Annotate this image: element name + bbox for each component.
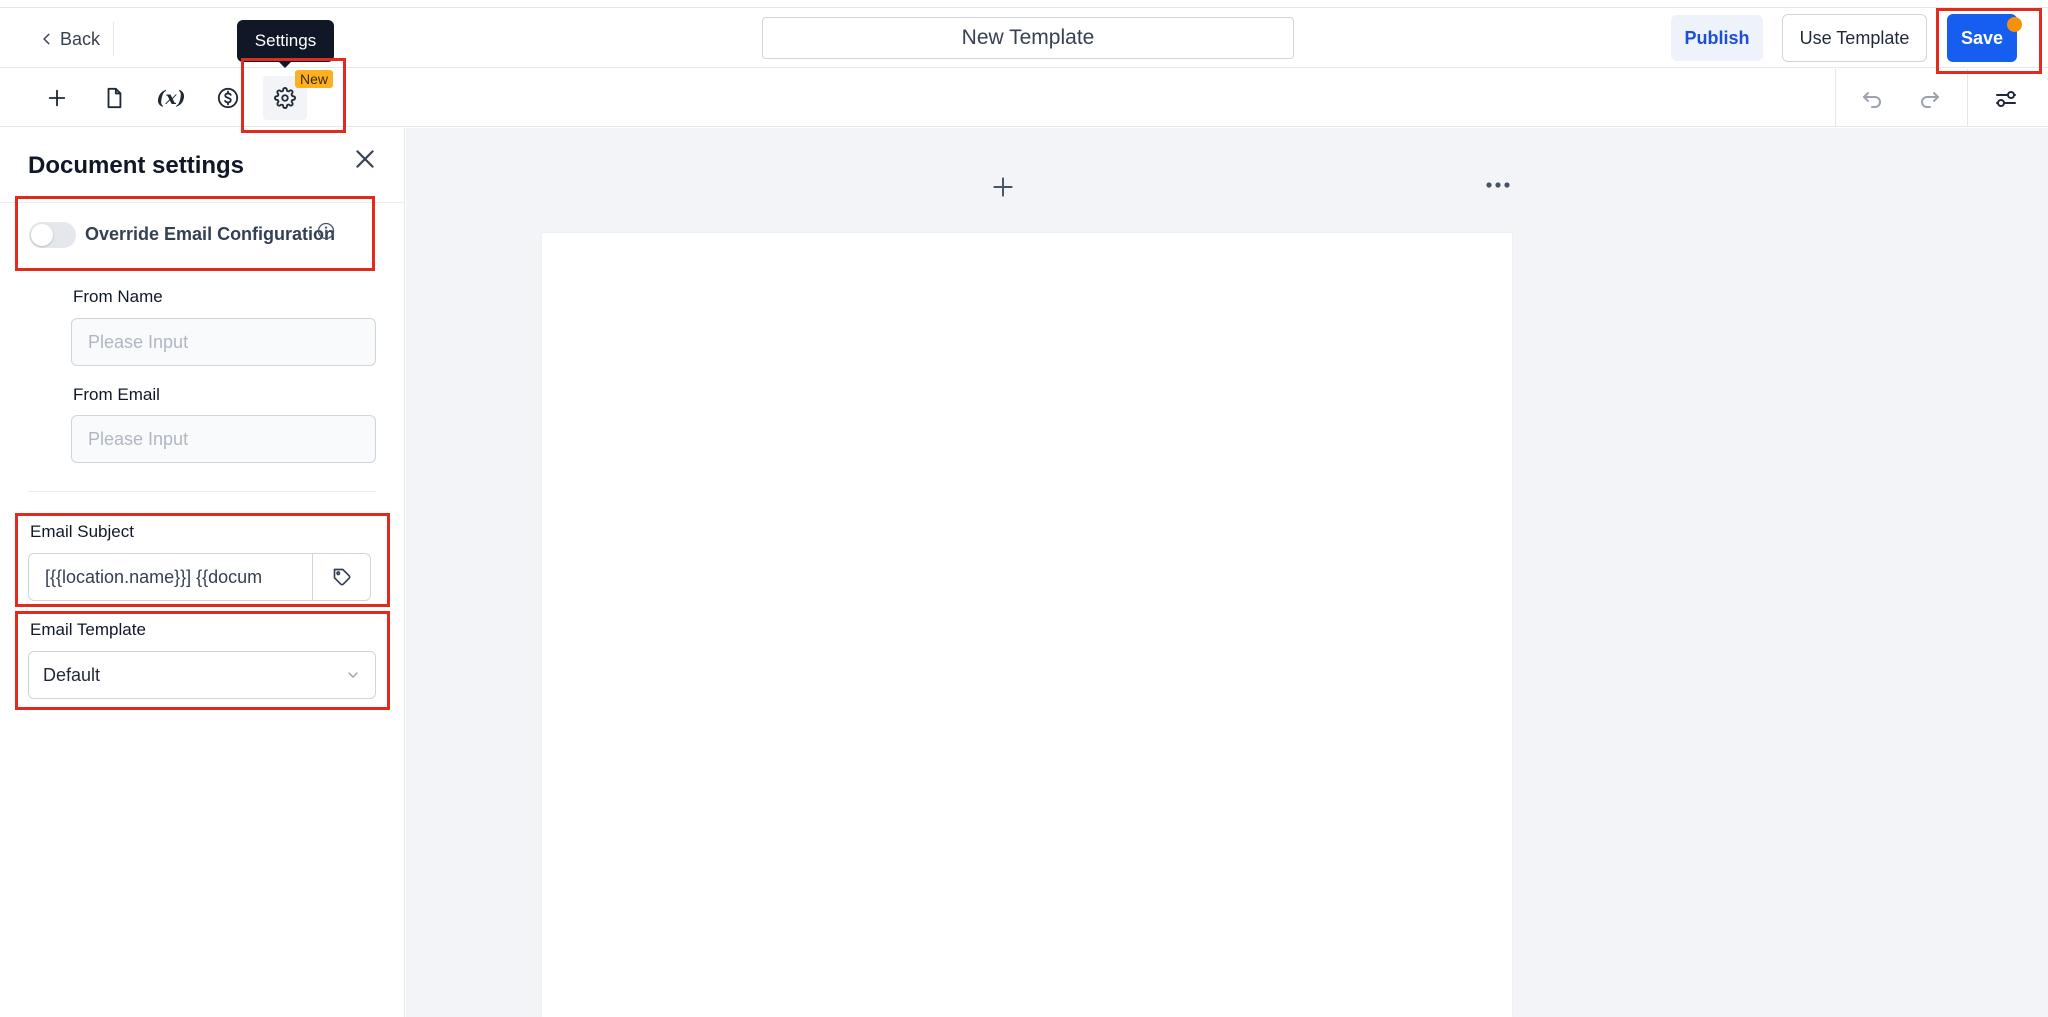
- new-badge: New: [295, 70, 334, 88]
- email-subject-label: Email Subject: [30, 522, 134, 541]
- redo-icon: [1921, 92, 1939, 108]
- from-name-input[interactable]: Please Input: [71, 318, 376, 366]
- back-label: Back: [60, 28, 101, 49]
- more-horizontal-icon: [1486, 182, 1510, 188]
- insert-tag-button[interactable]: [312, 554, 370, 600]
- close-panel-button[interactable]: [352, 146, 378, 174]
- from-email-input[interactable]: Please Input: [71, 415, 376, 463]
- chevron-down-icon: [348, 672, 358, 678]
- use-template-button[interactable]: Use Template: [1782, 14, 1927, 62]
- toolbar-divider: [1967, 69, 1968, 126]
- document-icon: [107, 87, 122, 109]
- undo-button[interactable]: [1856, 83, 1888, 115]
- dollar-icon: [217, 87, 239, 109]
- pages-button[interactable]: [92, 76, 136, 120]
- panel-title: Document settings: [28, 152, 245, 179]
- variables-button[interactable]: (x): [149, 76, 193, 120]
- override-email-toggle[interactable]: [29, 222, 76, 248]
- header-divider: [113, 22, 114, 56]
- info-icon[interactable]: [317, 222, 335, 240]
- publish-button[interactable]: Publish: [1671, 15, 1763, 61]
- variable-icon: (x): [156, 87, 186, 109]
- section-divider: [28, 491, 376, 492]
- email-subject-field: [{{location.name}}] {{docum: [28, 553, 371, 601]
- close-icon: [356, 150, 374, 168]
- sliders-icon: [1996, 91, 2016, 107]
- document-settings-panel: Document settings Override Email Configu…: [0, 128, 405, 1017]
- top-strip: [0, 0, 2048, 8]
- tag-icon: [333, 568, 350, 586]
- plus-icon: [993, 177, 1013, 197]
- chevron-left-icon: [43, 33, 50, 45]
- add-section-button[interactable]: [990, 174, 1016, 200]
- from-email-label: From Email: [73, 385, 160, 404]
- toggle-knob: [31, 224, 53, 246]
- redo-button[interactable]: [1914, 83, 1946, 115]
- plus-icon: [48, 89, 66, 107]
- unsaved-indicator-dot: [2007, 17, 2022, 32]
- settings-tooltip: Settings: [237, 20, 334, 62]
- document-page[interactable]: [542, 233, 1512, 1017]
- email-subject-input[interactable]: [{{location.name}}] {{docum: [29, 554, 312, 600]
- email-template-value: Default: [43, 664, 101, 685]
- from-name-label: From Name: [73, 287, 163, 306]
- panel-divider: [0, 202, 404, 203]
- email-template-select[interactable]: Default: [28, 651, 376, 699]
- tooltip-arrow: [278, 61, 292, 68]
- pricing-button[interactable]: [206, 76, 250, 120]
- back-button[interactable]: Back: [40, 24, 100, 54]
- undo-icon: [1863, 92, 1881, 108]
- template-title-input[interactable]: New Template: [762, 17, 1294, 59]
- email-template-label: Email Template: [30, 620, 146, 639]
- adjustments-button[interactable]: [1990, 83, 2022, 115]
- override-email-label: Override Email Configuration: [85, 224, 336, 244]
- add-element-button[interactable]: [35, 76, 79, 120]
- page-options-button[interactable]: [1484, 178, 1512, 192]
- gear-icon: [274, 87, 296, 109]
- toolbar-divider: [1835, 69, 1836, 126]
